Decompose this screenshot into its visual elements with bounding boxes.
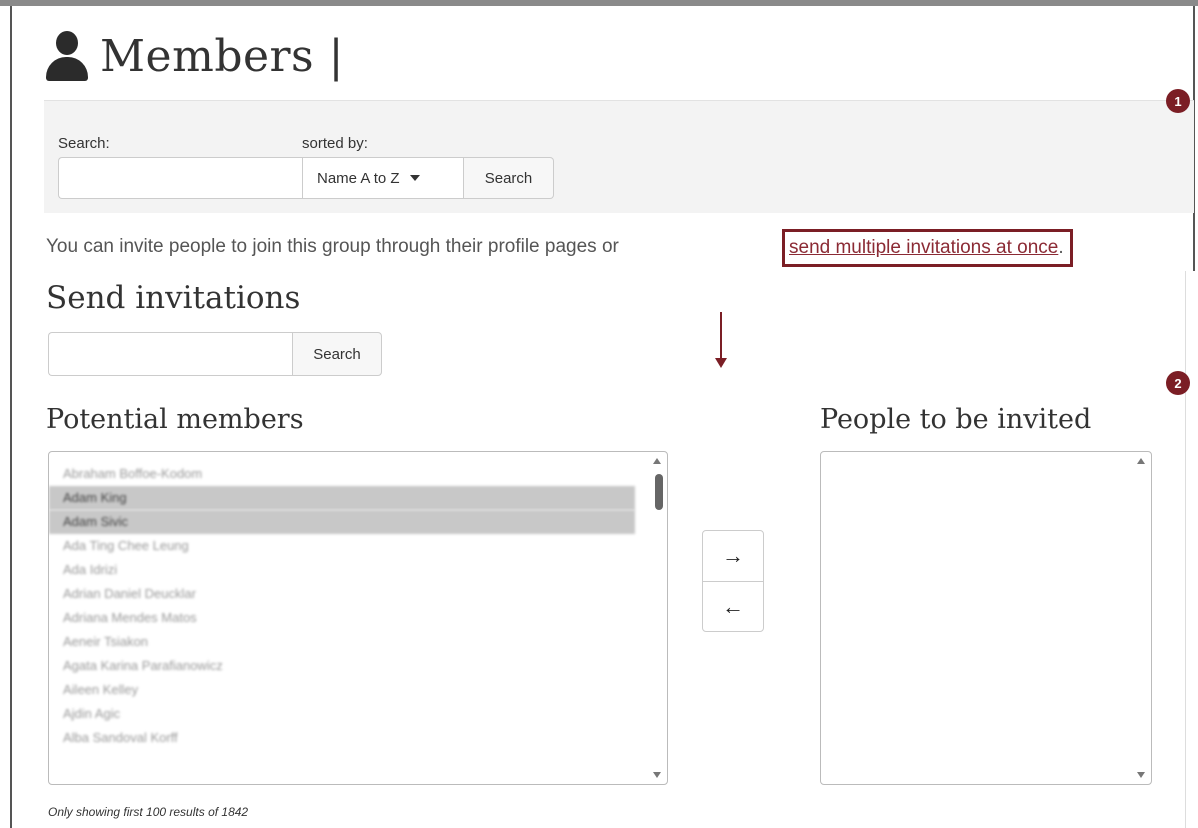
scroll-down-icon[interactable] [1137,772,1145,778]
window-frame-left [10,6,12,828]
scrollbar-thumb[interactable] [655,474,663,510]
arrow-left-icon: ← [722,594,744,619]
list-item[interactable]: Ajdin Agic [49,702,667,726]
send-invitations-title: Send invitations [46,280,301,316]
scroll-down-icon[interactable] [653,772,661,778]
list-item[interactable]: Adriana Mendes Matos [49,606,667,630]
arrow-right-icon: → [722,543,744,568]
list-item[interactable]: Agata Karina Parafianowicz [49,654,667,678]
scroll-up-icon[interactable] [1137,458,1145,464]
window-frame-top [0,0,1198,6]
potential-members-title: Potential members [46,404,304,435]
send-multiple-invitations-link[interactable]: send multiple invitations at once [789,237,1058,259]
annotation-down-arrow-icon [712,312,730,370]
person-icon [44,29,90,83]
list-item[interactable]: Alba Sandoval Korff [49,726,667,750]
caret-down-icon [409,175,420,181]
invitation-search-button[interactable]: Search [292,332,382,376]
list-item[interactable]: Ada Ting Chee Leung [49,534,667,558]
invite-link-suffix: . [1058,237,1064,258]
sort-select[interactable]: Name A to Z [302,157,464,199]
window-frame-right-lower [1185,271,1186,828]
page-header: Members | [44,24,344,88]
member-search-input[interactable] [58,157,302,199]
list-item[interactable]: Aileen Kelley [49,678,667,702]
remove-from-invited-button[interactable]: ← [703,582,763,632]
sort-selected-value: Name A to Z [317,169,400,187]
invitation-search-input[interactable] [48,332,292,376]
search-label: Search: [58,135,110,152]
invite-link-highlight: send multiple invitations at once. [782,229,1073,267]
people-to-be-invited-list[interactable] [820,451,1152,785]
invite-help-text: You can invite people to join this group… [46,236,619,257]
transfer-buttons: → ← [702,530,764,632]
add-to-invited-button[interactable]: → [703,531,763,582]
page-title: Members | [100,30,344,82]
member-search-panel: Search: sorted by: Name A to Z Search [44,100,1194,213]
scroll-up-icon[interactable] [653,458,661,464]
list-item[interactable]: Adam Sivic [49,510,635,534]
annotation-badge-2: 2 [1166,371,1190,395]
people-to-be-invited-title: People to be invited [820,404,1092,435]
list-item[interactable]: Aeneir Tsiakon [49,630,667,654]
sorted-by-label: sorted by: [302,135,368,152]
potential-members-list[interactable]: Abraham Boffoe-Kodom Adam King Adam Sivic A… [48,451,668,785]
list-item[interactable]: Ada Idrizi [49,558,667,582]
list-item[interactable]: Abraham Boffoe-Kodom [49,462,667,486]
list-item[interactable]: Adam King [49,486,635,510]
results-count-note: Only showing first 100 results of 1842 [48,805,249,819]
annotation-badge-1: 1 [1166,89,1190,113]
member-search-button[interactable]: Search [464,157,554,199]
list-item[interactable]: Adrian Daniel Deucklar [49,582,667,606]
